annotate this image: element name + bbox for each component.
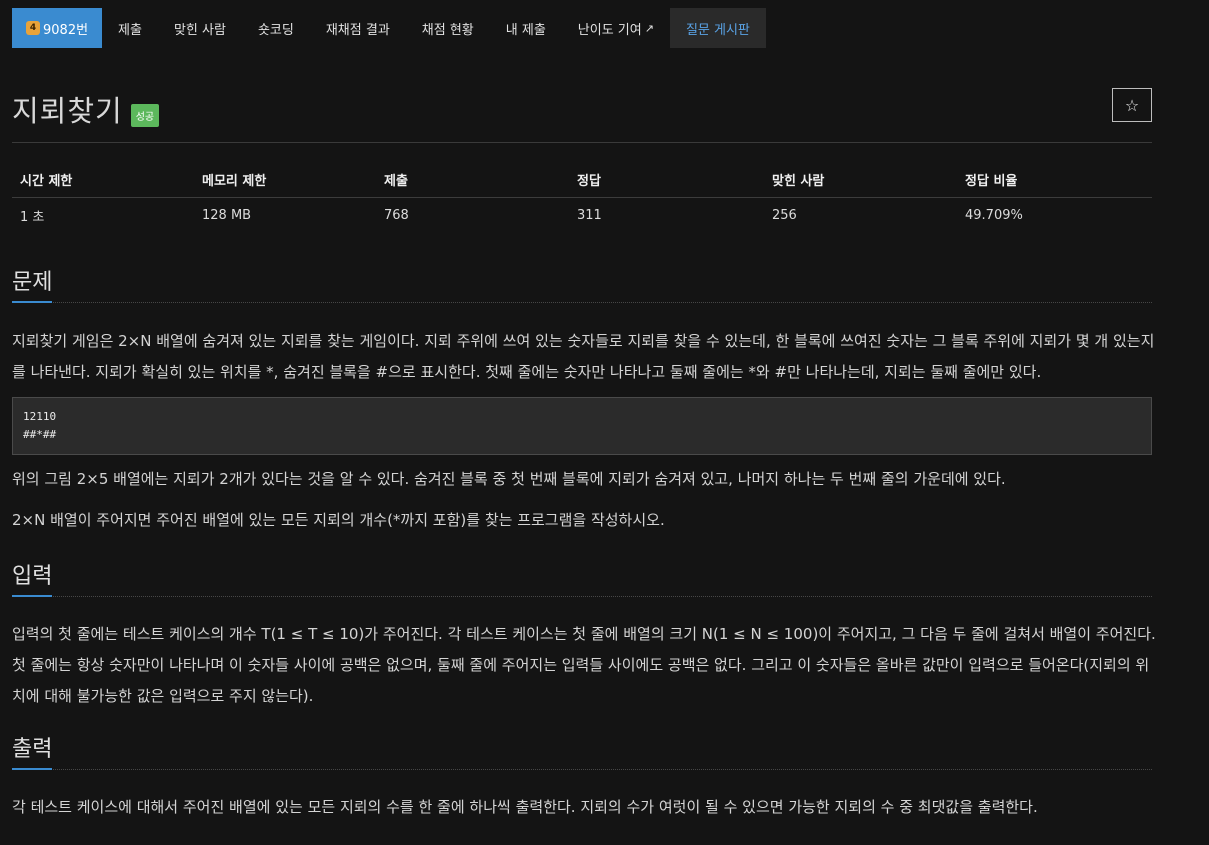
input-heading: 입력: [12, 564, 53, 589]
value-accepted: 311: [577, 207, 602, 223]
status-badge: 성공: [130, 103, 160, 127]
problem-explanation: 위의 그림 2×5 배열에는 지뢰가 2개가 있다는 것을 알 수 있다. 숨겨…: [12, 470, 1006, 488]
value-solved-users: 256: [772, 207, 797, 223]
favorite-star-button[interactable]: ☆: [1112, 88, 1152, 122]
problem-heading: 문제: [12, 270, 53, 295]
problem-task: 2×N 배열이 주어지면 주어진 배열에 있는 모든 지뢰의 개수(*까지 포함…: [12, 511, 665, 529]
nav-question-board[interactable]: 질문 게시판: [669, 8, 766, 48]
output-heading: 출력: [12, 737, 53, 762]
problem-section-header: 문제: [12, 264, 1152, 303]
problem-title-row: 지뢰찾기 성공 ☆: [12, 84, 1152, 134]
header-accept-ratio: 정답 비율: [957, 163, 1152, 198]
nav-judge-status[interactable]: 채점 현황: [406, 8, 490, 48]
nav-short-coding[interactable]: 숏코딩: [242, 8, 310, 48]
tier-medal-icon: 4: [26, 21, 40, 35]
value-time-limit: 1 초: [20, 209, 45, 225]
problem-nav: 4 9082번 제출 맞힌 사람 숏코딩 재채점 결과 채점 현황 내 제출 난…: [12, 8, 766, 48]
header-submissions: 제출: [376, 163, 569, 198]
problem-info-table: 시간 제한 메모리 제한 제출 정답 맞힌 사람 정답 비율 1 초 128 M…: [12, 163, 1152, 233]
table-header-row: 시간 제한 메모리 제한 제출 정답 맞힌 사람 정답 비율: [12, 163, 1152, 198]
nav-solved-users[interactable]: 맞힌 사람: [158, 8, 242, 48]
value-accept-ratio: 49.709%: [965, 207, 1023, 223]
header-accepted: 정답: [569, 163, 764, 198]
header-solved-users: 맞힌 사람: [764, 163, 957, 198]
nav-difficulty-contribution[interactable]: 난이도 기여 ↗: [562, 8, 670, 48]
value-memory-limit: 128 MB: [202, 207, 252, 223]
example-code-block: 12110 ##*##: [12, 397, 1152, 455]
header-memory-limit: 메모리 제한: [194, 163, 376, 198]
input-description: 입력의 첫 줄에는 테스트 케이스의 개수 T(1 ≤ T ≤ 10)가 주어진…: [12, 625, 1156, 705]
section-divider: [12, 768, 1152, 770]
header-time-limit: 시간 제한: [12, 163, 194, 198]
external-link-icon: ↗: [644, 21, 654, 35]
nav-submit[interactable]: 제출: [102, 8, 158, 48]
section-divider: [12, 301, 1152, 303]
problem-description: 지뢰찾기 게임은 2×N 배열에 숨겨져 있는 지뢰를 찾는 게임이다. 지뢰 …: [12, 332, 1155, 381]
output-section-header: 출력: [12, 731, 1152, 770]
problem-number-label: 9082번: [43, 22, 89, 38]
problem-title: 지뢰찾기: [12, 94, 123, 128]
nav-my-submissions[interactable]: 내 제출: [490, 8, 562, 48]
difficulty-contribution-label: 난이도 기여: [577, 22, 642, 38]
nav-problem-number[interactable]: 4 9082번: [12, 8, 103, 48]
nav-rejudge-results[interactable]: 재채점 결과: [310, 8, 406, 48]
table-row: 1 초 128 MB 768 311 256 49.709%: [12, 197, 1152, 233]
value-submissions: 768: [384, 207, 409, 223]
star-icon: ☆: [1124, 95, 1140, 115]
title-divider: [12, 142, 1152, 143]
output-description: 각 테스트 케이스에 대해서 주어진 배열에 있는 모든 지뢰의 수를 한 줄에…: [12, 798, 1038, 816]
input-section-header: 입력: [12, 558, 1152, 597]
section-divider: [12, 595, 1152, 597]
